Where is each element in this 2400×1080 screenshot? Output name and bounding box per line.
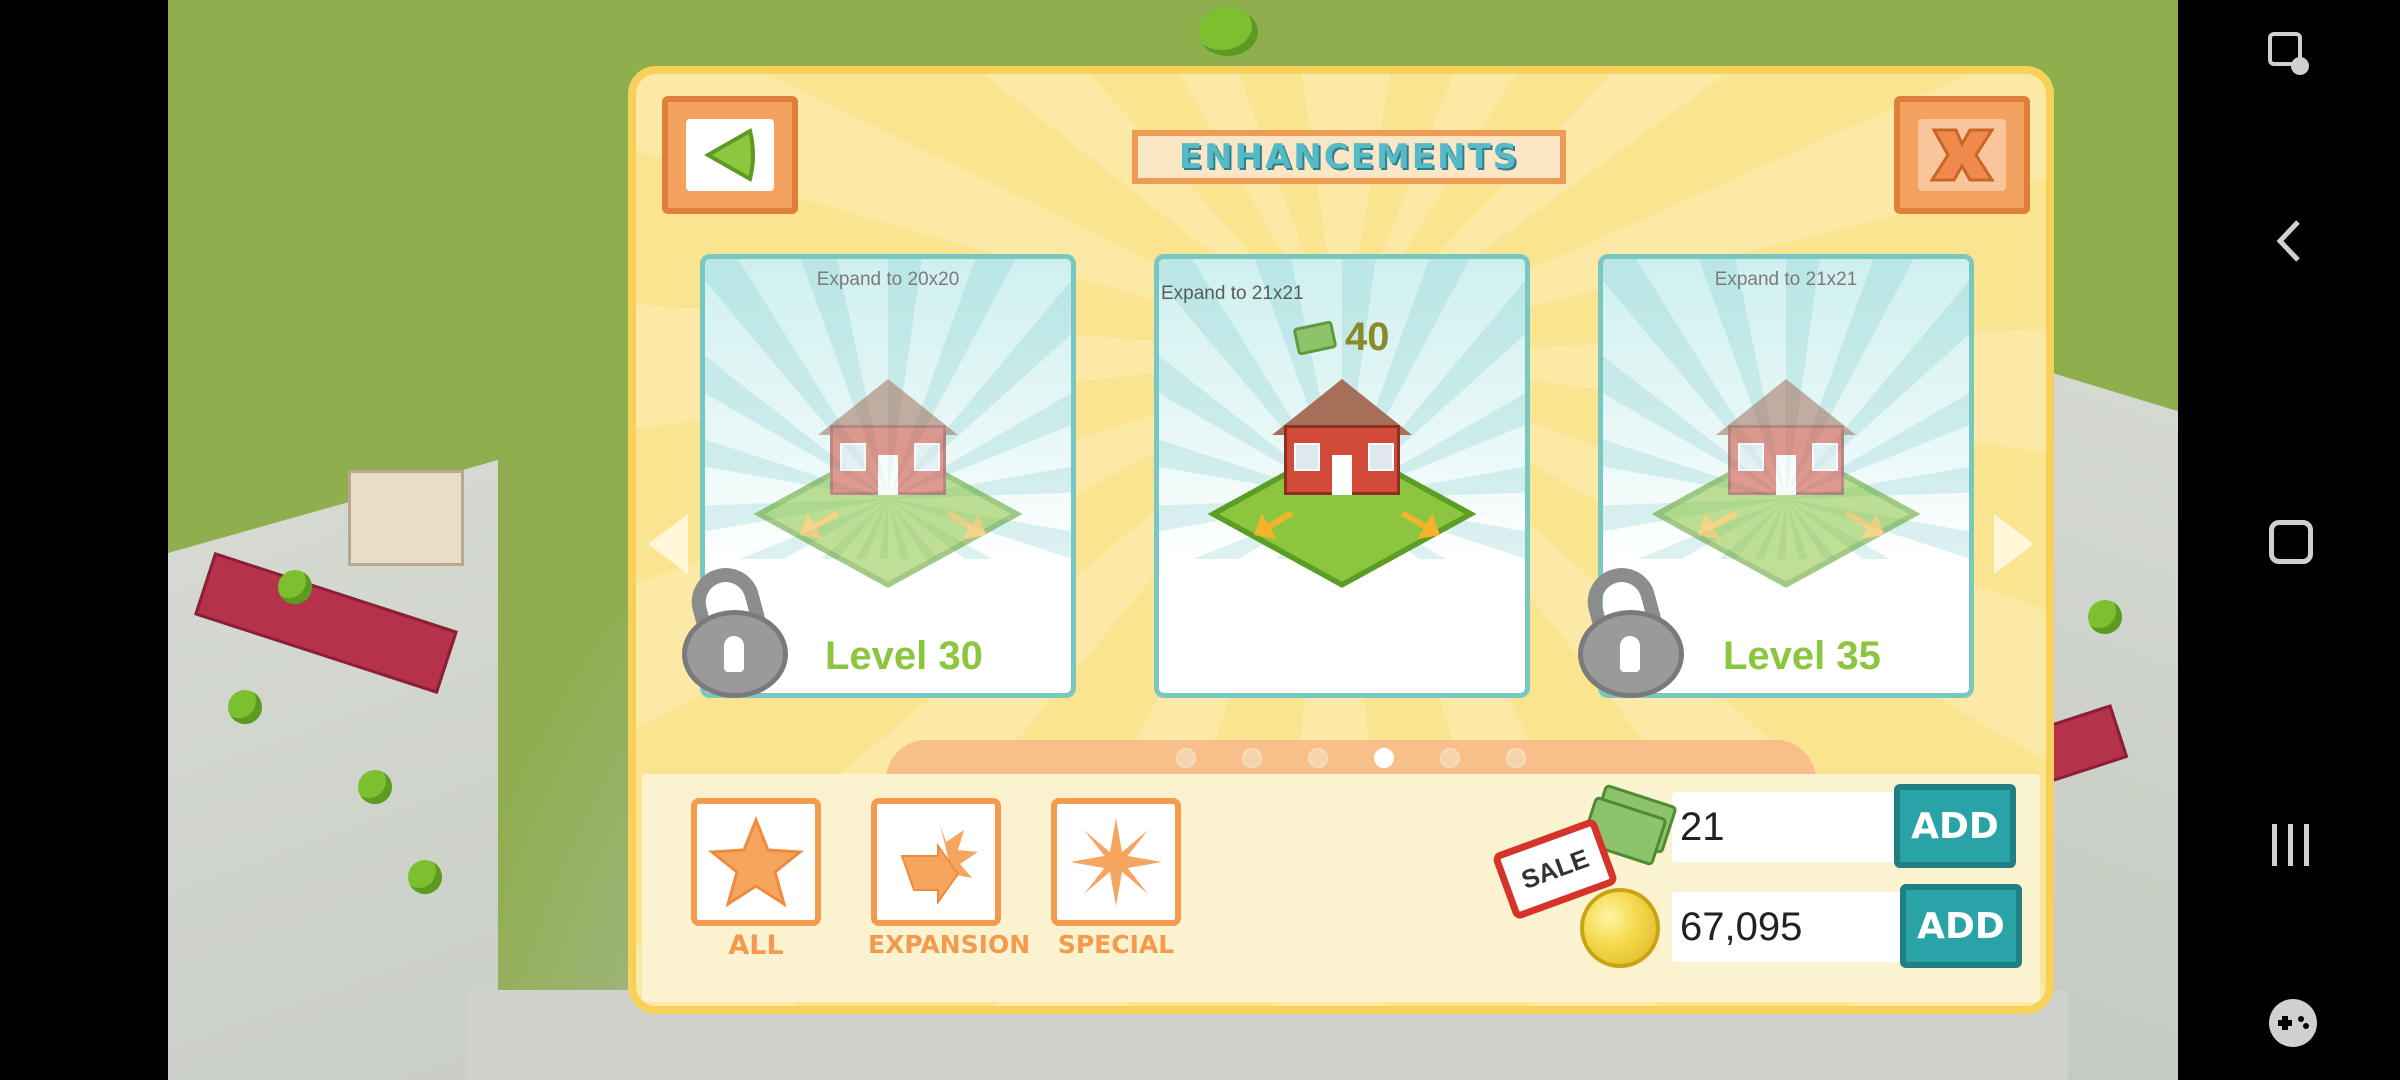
cash-balance: 21 (1672, 792, 1912, 862)
tree (1198, 8, 1258, 56)
screen-translate-icon[interactable] (2266, 30, 2316, 80)
coin-icon (1580, 888, 1660, 968)
shop-footer: ALL EXPANSION SPECIAL 21 ADD 67,095 ADD … (642, 774, 2040, 1002)
category-label: ALL (728, 930, 784, 961)
tree (408, 860, 442, 894)
house-icon (818, 379, 958, 499)
card-price: 40 (1292, 315, 1390, 360)
game-scene: ENHANCEMENTS Expand to 20x20 Level 30 Ex… (168, 0, 2178, 1080)
close-button[interactable] (1894, 96, 2030, 214)
pager-dot[interactable] (1440, 748, 1460, 768)
category-special-button[interactable]: SPECIAL (1048, 798, 1184, 959)
category-expansion-button[interactable]: EXPANSION (868, 798, 1031, 959)
pager-dots (1176, 748, 1526, 768)
close-x-icon (1918, 119, 2006, 191)
pager-dot[interactable] (1506, 748, 1526, 768)
card-caption: Expand to 21x21 (1161, 283, 1304, 304)
padlock-icon (1570, 560, 1690, 698)
recents-icon[interactable] (2266, 820, 2316, 870)
game-tools-icon[interactable] (2266, 996, 2317, 1047)
coin-balance-value: 67,095 (1680, 904, 1803, 949)
system-navigation-bar (2178, 0, 2400, 1080)
tree (358, 770, 392, 804)
title-text: ENHANCEMENTS (1178, 137, 1520, 177)
add-cash-label: ADD (1911, 805, 1999, 847)
pager-dot[interactable] (1242, 748, 1262, 768)
cash-balance-value: 21 (1680, 804, 1725, 849)
dialog-title: ENHANCEMENTS (1132, 130, 1566, 184)
card-level-requirement: Level 30 (825, 634, 983, 678)
card-caption: Expand to 20x20 (816, 269, 960, 290)
card-level-requirement: Level 35 (1723, 634, 1881, 678)
back-icon[interactable] (2266, 216, 2316, 266)
category-label: EXPANSION (868, 930, 1031, 959)
home-icon[interactable] (2269, 520, 2313, 564)
category-all-button[interactable]: ALL (688, 798, 824, 961)
tree (278, 570, 312, 604)
pager-dot[interactable] (1374, 748, 1394, 768)
padlock-icon (674, 560, 794, 698)
card-price-value: 40 (1345, 315, 1390, 359)
category-label: SPECIAL (1057, 930, 1175, 959)
coin-balance: 67,095 (1672, 892, 1912, 962)
tree (2088, 600, 2122, 634)
add-cash-button[interactable]: ADD (1894, 784, 2016, 868)
back-arrow-icon (686, 119, 774, 191)
pager-dot[interactable] (1308, 748, 1328, 768)
card-caption: Expand to 21x21 (1714, 269, 1858, 290)
pager-dot[interactable] (1176, 748, 1196, 768)
tree (228, 690, 262, 724)
add-coins-button[interactable]: ADD (1900, 884, 2022, 968)
expansion-icon (871, 798, 1001, 926)
expansion-card[interactable]: Expand to 21x21 40 (1154, 254, 1530, 698)
cash-icon (1292, 319, 1338, 356)
house-icon (1272, 379, 1412, 499)
enhancements-dialog: ENHANCEMENTS Expand to 20x20 Level 30 Ex… (628, 66, 2054, 1014)
house-icon (1716, 379, 1856, 499)
star-icon (691, 798, 821, 926)
building (348, 470, 464, 566)
sale-label: SALE (1517, 842, 1593, 895)
burst-icon (1051, 798, 1181, 926)
add-coins-label: ADD (1917, 905, 2005, 947)
back-button[interactable] (662, 96, 798, 214)
